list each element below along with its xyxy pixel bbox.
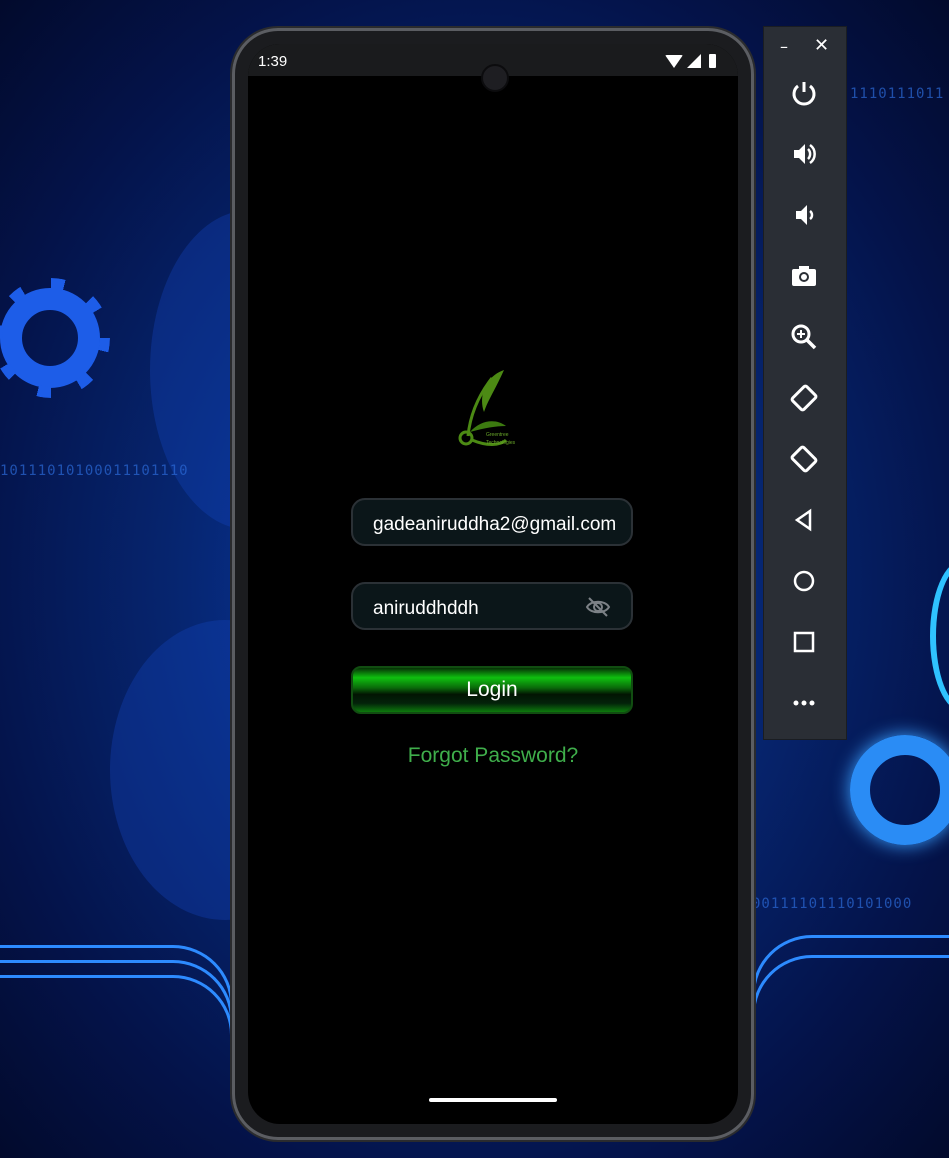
front-camera	[481, 64, 509, 92]
rotate-right-button[interactable]	[787, 442, 821, 476]
background-gear-teeth	[0, 278, 110, 398]
background-ring	[930, 560, 949, 712]
screenshot-button[interactable]	[787, 259, 821, 293]
forgot-password-link[interactable]: Forgot Password?	[248, 744, 738, 768]
password-value: aniruddhddh	[373, 598, 479, 619]
close-button[interactable]: ✕	[814, 35, 829, 56]
zoom-icon	[791, 324, 817, 350]
camera-icon	[792, 266, 816, 286]
rotate-left-button[interactable]	[787, 381, 821, 415]
volume-down-icon	[796, 205, 814, 225]
rotate-left-icon	[790, 384, 818, 412]
zoom-button[interactable]	[787, 320, 821, 354]
logo-text-line2: Technologies	[486, 440, 516, 446]
overview-icon	[793, 631, 815, 653]
email-value: gadeaniruddha2@gmail.com	[373, 514, 617, 535]
emulator-toolbar: – ✕	[764, 27, 846, 739]
power-button[interactable]	[787, 76, 821, 110]
background-binary-text: 00111101110101000	[752, 896, 913, 912]
logo-text-line1: Greentree	[486, 432, 509, 438]
volume-up-icon	[794, 143, 816, 165]
background-circuit-line	[0, 975, 233, 1038]
status-icons	[665, 53, 716, 69]
gesture-home-bar[interactable]	[429, 1098, 557, 1102]
background-circuit-line	[752, 955, 949, 1048]
overview-button[interactable]	[787, 625, 821, 659]
volume-down-button[interactable]	[787, 198, 821, 232]
background-gear-right	[850, 735, 949, 845]
app-logo: Greentree Technologies	[458, 370, 516, 446]
volume-up-button[interactable]	[787, 137, 821, 171]
more-button[interactable]	[787, 686, 821, 720]
toolbar-window-controls: – ✕	[764, 35, 846, 57]
home-button[interactable]	[787, 564, 821, 598]
rotate-right-icon	[790, 445, 818, 473]
minimize-button[interactable]: –	[780, 37, 788, 56]
background-binary-text: 1110111011	[850, 86, 945, 102]
back-button[interactable]	[787, 503, 821, 537]
battery-icon	[709, 54, 716, 68]
more-icon	[793, 700, 815, 706]
phone-screen: 1:39 Greentree Technologies gadeaniruddh…	[248, 44, 738, 1124]
signal-icon	[687, 54, 701, 68]
visibility-off-icon[interactable]	[585, 596, 611, 618]
email-field[interactable]: gadeaniruddha2@gmail.com	[351, 498, 633, 546]
back-icon	[794, 508, 812, 532]
login-button[interactable]: Login	[351, 666, 633, 714]
password-field[interactable]: aniruddhddh	[351, 582, 633, 630]
background-binary-text: 10111010100011101110	[0, 463, 189, 479]
status-time: 1:39	[258, 53, 288, 70]
power-icon	[792, 82, 816, 106]
wifi-icon	[665, 54, 683, 68]
home-icon	[793, 570, 815, 592]
phone-frame: 1:39 Greentree Technologies gadeaniruddh…	[232, 28, 754, 1140]
